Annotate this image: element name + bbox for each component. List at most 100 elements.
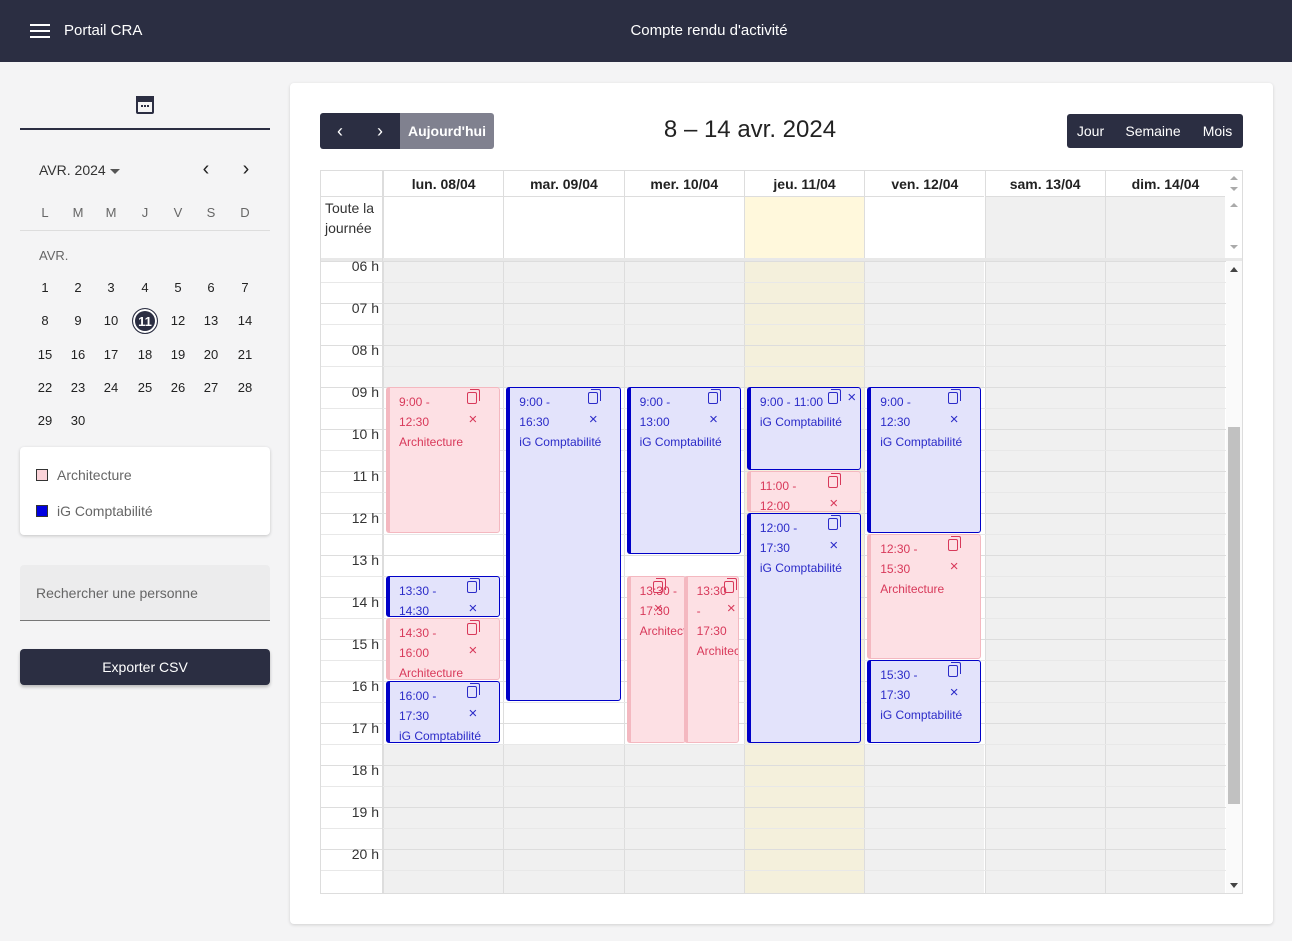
close-icon[interactable]: × — [847, 388, 856, 408]
mini-day[interactable]: 28 — [230, 375, 260, 401]
mini-day[interactable]: 23 — [63, 375, 93, 401]
close-icon[interactable]: × — [469, 410, 478, 430]
today-button[interactable]: Aujourd'hui — [400, 113, 494, 149]
allday-cell[interactable] — [1104, 197, 1226, 258]
copy-icon[interactable] — [467, 389, 481, 404]
mini-calendar-prev-button[interactable]: ‹ — [196, 159, 216, 180]
mini-day[interactable]: 13 — [196, 308, 226, 334]
mini-day[interactable]: 15 — [30, 342, 60, 368]
event-ig-comptabilite[interactable]: 15:30 - 17:30 iG Comptabilité × — [867, 660, 982, 743]
close-icon[interactable]: × — [469, 599, 478, 616]
view-week-button[interactable]: Semaine — [1114, 114, 1192, 148]
copy-icon[interactable] — [948, 536, 962, 551]
mini-day-today[interactable]: 11 — [132, 308, 158, 334]
close-icon[interactable]: × — [469, 704, 478, 724]
mini-day[interactable]: 2 — [63, 275, 93, 301]
copy-icon[interactable] — [467, 620, 481, 635]
mini-day[interactable]: 29 — [30, 408, 60, 434]
copy-icon[interactable] — [828, 389, 842, 404]
close-icon[interactable]: × — [709, 410, 718, 430]
prev-week-button[interactable]: ‹ — [320, 113, 360, 149]
legend-item-architecture[interactable]: Architecture — [36, 467, 132, 483]
mini-day[interactable]: 21 — [230, 342, 260, 368]
scroll-up-icon[interactable] — [1230, 176, 1238, 180]
allday-cell[interactable] — [383, 197, 504, 258]
mini-day[interactable]: 4 — [130, 275, 160, 301]
mini-calendar-month-select[interactable]: AVR. 2024 — [39, 162, 120, 178]
mini-day[interactable]: 19 — [163, 342, 193, 368]
mini-day[interactable]: 18 — [130, 342, 160, 368]
mini-day[interactable]: 8 — [30, 308, 60, 334]
close-icon[interactable]: × — [469, 641, 478, 661]
allday-cell[interactable] — [743, 197, 865, 258]
mini-day[interactable]: 26 — [163, 375, 193, 401]
copy-icon[interactable] — [467, 683, 481, 698]
event-architecture[interactable]: 13:30 -17:30 Architect × — [626, 576, 686, 743]
event-ig-comptabilite[interactable]: 12:00 - 17:30 iG Comptabilité × — [746, 513, 862, 743]
mini-day[interactable]: 17 — [96, 342, 126, 368]
next-week-button[interactable]: › — [360, 113, 400, 149]
scroll-up-icon[interactable] — [1230, 203, 1238, 207]
mini-day[interactable]: 30 — [63, 408, 93, 434]
event-ig-comptabilite[interactable]: 13:30 - 14:30 × — [386, 576, 501, 617]
event-ig-comptabilite[interactable]: 9:00 - 13:00 iG Comptabilité × — [626, 387, 741, 554]
event-architecture[interactable]: 13:30-17:30Architect× — [683, 576, 739, 743]
day-column[interactable] — [1104, 261, 1226, 893]
scroll-down-icon[interactable] — [1230, 245, 1238, 249]
mini-day[interactable]: 24 — [96, 375, 126, 401]
calendar-tab[interactable] — [20, 90, 270, 130]
scrollbar-thumb[interactable] — [1228, 427, 1240, 804]
event-ig-comptabilite[interactable]: 9:00 - 12:30 iG Comptabilité × — [867, 387, 982, 533]
mini-day[interactable]: 20 — [196, 342, 226, 368]
view-month-button[interactable]: Mois — [1192, 114, 1243, 148]
event-architecture[interactable]: 14:30 - 16:00 Architecture × — [386, 618, 501, 680]
export-csv-button[interactable]: Exporter CSV — [20, 649, 270, 685]
event-architecture[interactable]: 12:30 - 15:30 Architecture × — [867, 534, 982, 659]
scroll-up-icon[interactable] — [1230, 267, 1238, 272]
mini-calendar-next-button[interactable]: › — [236, 159, 256, 180]
copy-icon[interactable] — [587, 389, 601, 404]
mini-day[interactable]: 12 — [163, 308, 193, 334]
event-architecture[interactable]: 11:00 - 12:00 × — [746, 471, 862, 512]
mini-day[interactable]: 22 — [30, 375, 60, 401]
mini-day[interactable]: 25 — [130, 375, 160, 401]
close-icon[interactable]: × — [654, 599, 663, 619]
person-search-input[interactable] — [20, 565, 270, 621]
close-icon[interactable]: × — [727, 599, 736, 619]
close-icon[interactable]: × — [950, 683, 959, 703]
allday-cell[interactable] — [503, 197, 624, 258]
mini-day[interactable]: 14 — [230, 308, 260, 334]
event-ig-comptabilite[interactable]: 16:00 - 17:30 iG Comptabilité × — [386, 681, 501, 743]
mini-day[interactable]: 3 — [96, 275, 126, 301]
mini-day[interactable]: 16 — [63, 342, 93, 368]
mini-day[interactable]: 7 — [230, 275, 260, 301]
event-architecture[interactable]: 9:00 - 12:30 Architecture × — [386, 387, 501, 533]
copy-icon[interactable] — [723, 578, 737, 593]
mini-day[interactable]: 1 — [30, 275, 60, 301]
copy-icon[interactable] — [828, 473, 842, 488]
copy-icon[interactable] — [948, 389, 962, 404]
allday-cell[interactable] — [984, 197, 1105, 258]
allday-cell[interactable] — [623, 197, 744, 258]
mini-day[interactable]: 27 — [196, 375, 226, 401]
scroll-down-icon[interactable] — [1230, 187, 1238, 191]
mini-day[interactable]: 6 — [196, 275, 226, 301]
copy-icon[interactable] — [948, 662, 962, 677]
mini-day[interactable]: 5 — [163, 275, 193, 301]
close-icon[interactable]: × — [829, 494, 838, 511]
legend-item-ig-comptabilite[interactable]: iG Comptabilité — [36, 503, 153, 519]
scroll-down-icon[interactable] — [1230, 883, 1238, 888]
mini-day[interactable]: 9 — [63, 308, 93, 334]
view-day-button[interactable]: Jour — [1067, 114, 1114, 148]
close-icon[interactable]: × — [589, 410, 598, 430]
close-icon[interactable]: × — [829, 536, 838, 556]
allday-cell[interactable] — [864, 197, 985, 258]
close-icon[interactable]: × — [950, 410, 959, 430]
copy-icon[interactable] — [652, 578, 666, 593]
copy-icon[interactable] — [828, 515, 842, 530]
event-ig-comptabilite[interactable]: 9:00 - 16:30 iG Comptabilité × — [506, 387, 621, 701]
day-column[interactable] — [984, 261, 1105, 893]
copy-icon[interactable] — [707, 389, 721, 404]
copy-icon[interactable] — [467, 578, 481, 593]
close-icon[interactable]: × — [950, 557, 959, 577]
